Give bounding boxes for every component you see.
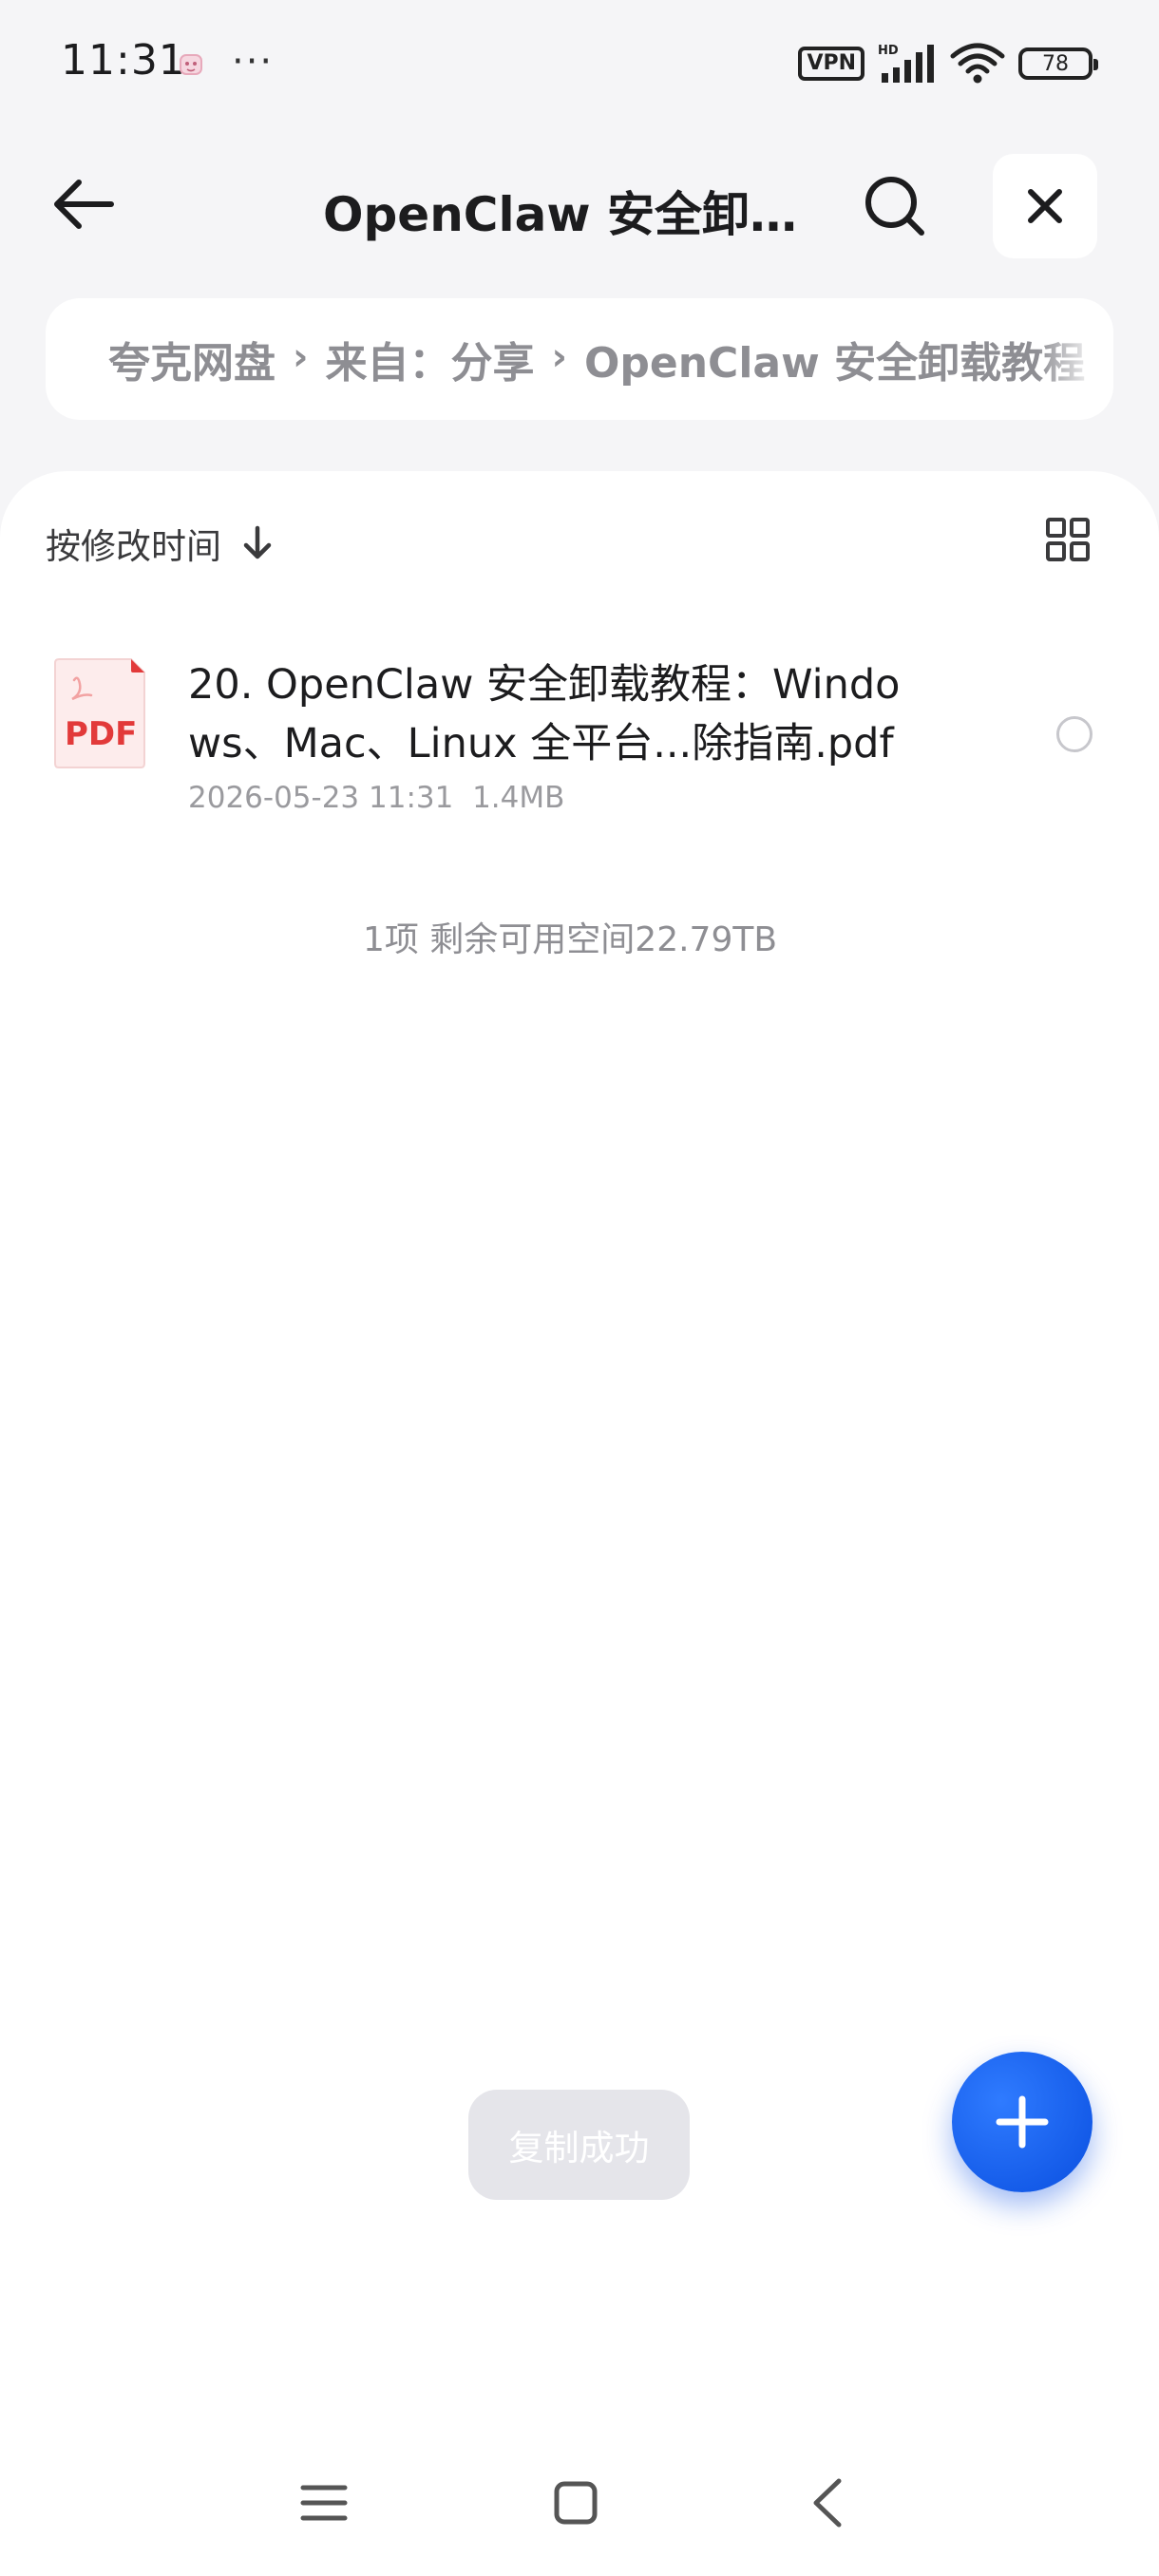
vpn-badge: VPN [798, 47, 864, 81]
pdf-icon-label: PDF [65, 715, 137, 753]
back-button[interactable] [46, 166, 122, 242]
breadcrumb-item-root[interactable]: 夸克网盘 [108, 329, 276, 389]
breadcrumb-item-current[interactable]: OpenClaw 安全卸载教程 [584, 329, 1085, 389]
more-notifications-icon: ··· [232, 40, 275, 84]
nav-menu-button[interactable] [272, 2451, 376, 2555]
sort-button[interactable]: 按修改时间 [46, 515, 273, 572]
file-size: 1.4MB [472, 781, 565, 815]
chevron-right-icon: › [293, 335, 309, 379]
signal-icon: HD [878, 44, 934, 83]
chevron-right-icon: › [551, 335, 567, 379]
select-checkbox[interactable] [1056, 716, 1092, 752]
search-button[interactable] [855, 166, 935, 246]
file-list-sheet: 按修改时间 PDF 20. OpenClaw 安全卸载教程：Windows、Ma… [0, 471, 1159, 2576]
nav-back-button[interactable] [775, 2451, 880, 2555]
arrow-left-icon [54, 180, 114, 229]
app-notification-icon [180, 54, 202, 75]
toast-message: 复制成功 [468, 2090, 690, 2200]
wifi-icon [950, 43, 1005, 84]
sort-label: 按修改时间 [46, 526, 221, 567]
home-square-icon [554, 2481, 598, 2525]
breadcrumb-fade [1037, 298, 1113, 420]
chevron-left-icon [813, 2478, 842, 2528]
menu-icon [300, 2485, 348, 2521]
battery-indicator: 78 [1018, 47, 1098, 80]
file-name: 20. OpenClaw 安全卸载教程：Windows、Mac、Linux 全平… [188, 661, 901, 767]
title-bar: OpenClaw 安全卸… [0, 142, 1159, 266]
grid-icon [1046, 518, 1090, 561]
add-button[interactable] [952, 2052, 1092, 2192]
status-bar: 11:31 ··· VPN HD 78 [0, 0, 1159, 128]
file-date: 2026-05-23 11:31 [188, 781, 454, 815]
breadcrumb: 夸克网盘 › 来自：分享 › OpenClaw 安全卸载教程 [46, 298, 1113, 420]
file-list-item[interactable]: PDF 20. OpenClaw 安全卸载教程：Windows、Mac、Linu… [0, 642, 1159, 832]
breadcrumb-item-share[interactable]: 来自：分享 [325, 329, 534, 389]
screen: 11:31 ··· VPN HD 78 OpenClaw 安全卸… 夸克网盘 ›… [0, 0, 1159, 2576]
close-icon [1028, 189, 1062, 223]
plus-icon [996, 2095, 1049, 2149]
storage-summary: 1项 剩余可用空间22.79TB [362, 920, 778, 959]
system-navigation-bar [0, 2451, 1159, 2555]
nav-home-button[interactable] [523, 2451, 628, 2555]
status-time: 11:31 [61, 36, 186, 85]
svg-text:HD: HD [878, 44, 899, 58]
page-title: OpenClaw 安全卸… [323, 187, 797, 242]
battery-level: 78 [1042, 51, 1069, 76]
file-meta: 2026-05-23 11:31 1.4MB [188, 781, 564, 815]
search-icon [865, 177, 924, 236]
status-indicators: VPN HD 78 [798, 40, 1098, 87]
grid-view-button[interactable] [1039, 511, 1096, 568]
arrow-down-icon [242, 525, 273, 561]
close-button[interactable] [993, 154, 1097, 258]
pdf-file-icon: PDF [54, 658, 145, 768]
